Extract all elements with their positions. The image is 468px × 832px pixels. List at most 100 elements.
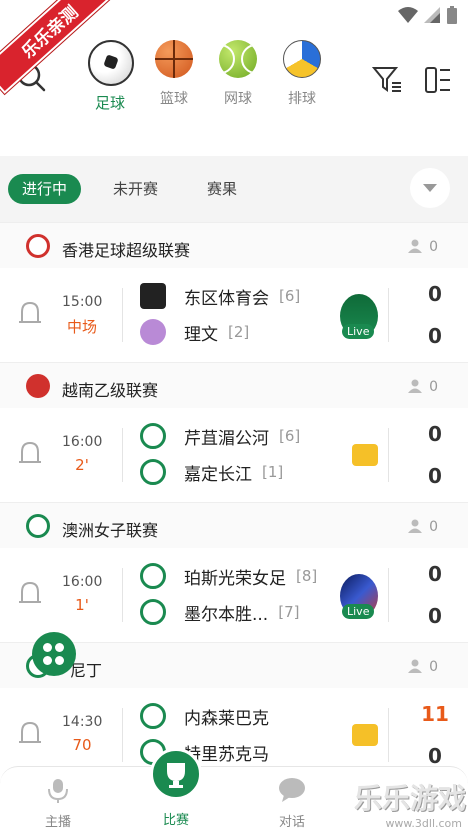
animation-icon[interactable]: [352, 724, 378, 746]
soccer-ball-icon: [88, 40, 134, 86]
team-logo: [140, 703, 166, 729]
team-rank: [7]: [278, 603, 300, 621]
tab-upcoming[interactable]: 未开赛: [113, 174, 158, 204]
team-name: 内森莱巴克: [184, 708, 269, 729]
league-name: 香港足球超级联赛: [62, 241, 191, 260]
match-row[interactable]: 16:00 2' 芹苴湄公河 [6] 嘉定长江 [1] 0 0: [0, 408, 468, 502]
team-logo: [140, 283, 166, 309]
away-score: 0: [428, 464, 442, 488]
sport-tab-volleyball[interactable]: 排球: [280, 40, 324, 113]
home-team: 芹苴湄公河 [6]: [140, 422, 300, 450]
status-icons: [398, 6, 458, 24]
nav-matches[interactable]: 比赛: [146, 805, 206, 828]
nav-broadcast[interactable]: 主播: [28, 777, 88, 830]
person-icon: [408, 659, 422, 673]
apps-fab-button[interactable]: [32, 632, 76, 676]
home-team: 内森莱巴克: [140, 702, 269, 730]
match-row[interactable]: 16:00 1' 珀斯光荣女足 [8] 墨尔本胜... [7] Live 0 0: [0, 548, 468, 642]
match-status: 2': [75, 456, 89, 474]
league-name: 澳洲女子联赛: [62, 521, 159, 540]
bell-icon[interactable]: [18, 580, 42, 608]
watermark: 乐乐游戏 www.3dll.com: [353, 777, 466, 830]
basketball-icon: [155, 40, 193, 78]
person-icon: [408, 379, 422, 393]
team-rank: [6]: [279, 427, 301, 445]
match-status: 70: [72, 736, 92, 754]
watermark-title: 乐乐游戏: [353, 782, 466, 815]
team-name: 东区体育会: [184, 288, 269, 309]
bell-icon[interactable]: [18, 440, 42, 468]
header-actions: [372, 66, 452, 94]
tab-results[interactable]: 赛果: [207, 174, 237, 204]
team-rank: [2]: [228, 323, 250, 341]
animation-icon[interactable]: [352, 444, 378, 466]
league-header[interactable]: 香港足球超级联赛 0: [0, 222, 468, 268]
status-filter-bar: 进行中 未开赛 赛果: [0, 156, 468, 220]
home-score: 0: [428, 282, 442, 306]
home-score: 0: [428, 422, 442, 446]
team-name: 嘉定长江: [184, 464, 252, 485]
layout-list-icon[interactable]: [424, 66, 452, 94]
person-icon: [408, 239, 422, 253]
bell-icon[interactable]: [18, 720, 42, 748]
trophy-icon[interactable]: [150, 748, 202, 800]
shield-logo: [26, 514, 50, 538]
person-icon: [408, 519, 422, 533]
bell-icon[interactable]: [18, 300, 42, 328]
live-badge: Live: [342, 604, 375, 619]
divider: [122, 288, 123, 342]
away-team: 嘉定长江 [1]: [140, 458, 283, 486]
away-team: 理文 [2]: [140, 318, 249, 346]
live-badge: Live: [342, 324, 375, 339]
home-team: 东区体育会 [6]: [140, 282, 300, 310]
team-rank: [1]: [262, 463, 284, 481]
signal-icon: [424, 7, 440, 23]
league-header[interactable]: 澳洲女子联赛 0: [0, 502, 468, 548]
filter-icon[interactable]: [372, 66, 402, 94]
chat-bubble-icon: [279, 778, 305, 802]
match-status: 1': [75, 596, 89, 614]
vpf-logo: [26, 374, 50, 398]
nav-chat[interactable]: 对话: [262, 777, 322, 830]
battery-icon: [447, 6, 457, 24]
sport-label: 足球: [94, 94, 125, 112]
follower-count: 0: [429, 659, 438, 675]
away-team: 墨尔本胜... [7]: [140, 598, 299, 626]
follower-count: 0: [429, 239, 438, 255]
team-rank: [6]: [279, 287, 301, 305]
nav-label: 比赛: [162, 813, 189, 828]
tab-live[interactable]: 进行中: [8, 174, 82, 204]
home-team: 珀斯光荣女足 [8]: [140, 562, 317, 590]
team-logo: [140, 319, 166, 345]
sport-tab-tennis[interactable]: 网球: [216, 40, 260, 113]
sport-tab-soccer[interactable]: 足球: [88, 40, 134, 113]
team-logo: [140, 563, 166, 589]
team-rank: [8]: [296, 567, 318, 585]
home-score: 0: [428, 562, 442, 586]
grid-dot: [55, 643, 64, 652]
dropdown-button[interactable]: [410, 168, 450, 208]
divider: [388, 288, 389, 342]
league-name: 越南乙级联赛: [62, 381, 159, 400]
team-logo: [140, 599, 166, 625]
sport-tab-basketball[interactable]: 篮球: [152, 40, 196, 113]
microphone-icon: [48, 779, 68, 803]
match-time: 16:00: [62, 434, 103, 450]
match-time: 14:30: [62, 714, 103, 730]
volleyball-icon: [283, 40, 321, 78]
tennis-ball-icon: [219, 40, 257, 78]
nav-label: 对话: [278, 815, 305, 830]
away-score: 0: [428, 604, 442, 628]
sport-tabs: 足球 篮球 网球 排球: [88, 40, 324, 113]
match-row[interactable]: 15:00 中场 东区体育会 [6] 理文 [2] Live 0 0: [0, 268, 468, 362]
chevron-down-icon: [423, 184, 437, 192]
hk-league-logo: [26, 234, 50, 258]
team-name: 芹苴湄公河: [184, 428, 269, 449]
match-time: 15:00: [62, 294, 103, 310]
sport-label: 网球: [224, 91, 252, 107]
follower-count: 0: [429, 379, 438, 395]
divider: [122, 708, 123, 762]
league-header[interactable]: 越南乙级联赛 0: [0, 362, 468, 408]
grid-dot: [55, 655, 64, 665]
team-name: 珀斯光荣女足: [184, 568, 286, 589]
